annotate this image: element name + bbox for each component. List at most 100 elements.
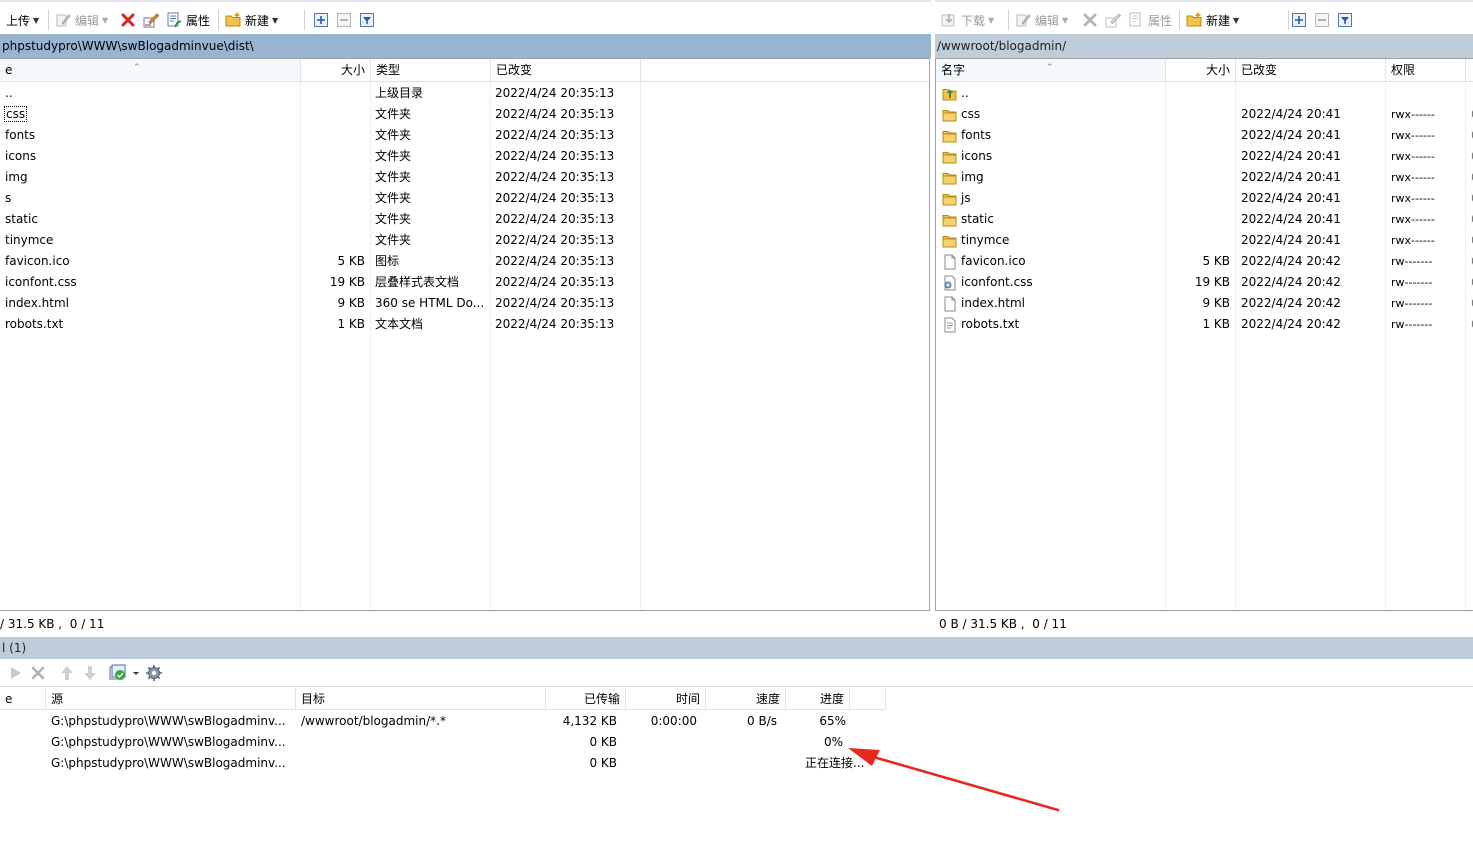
file-extra-icon: ( — [1466, 188, 1473, 209]
chevron-down-icon[interactable]: ▼ — [1233, 16, 1239, 25]
file-row[interactable]: js 2022/4/24 20:41 rwx------ ( — [936, 188, 1473, 209]
edit-button[interactable]: 编辑 ▼ — [55, 9, 108, 31]
file-row[interactable]: img 2022/4/24 20:41 rwx------ ( — [936, 167, 1473, 188]
file-extra-icon — [1466, 83, 1473, 104]
file-type: 文件夹 — [375, 107, 412, 121]
file-row[interactable]: icons 文件夹 2022/4/24 20:35:13 — [0, 146, 929, 167]
download-button[interactable]: 下载 ▼ — [941, 9, 994, 31]
column-extra-header[interactable] — [1466, 59, 1473, 82]
file-row[interactable]: tinymce 2022/4/24 20:41 rwx------ ( — [936, 230, 1473, 251]
file-size — [1165, 209, 1235, 230]
move-up-button[interactable] — [58, 664, 76, 682]
chevron-down-icon[interactable]: ▼ — [1062, 16, 1068, 25]
file-row[interactable]: css 文件夹 2022/4/24 20:35:13 — [0, 104, 929, 125]
file-row[interactable]: fonts 文件夹 2022/4/24 20:35:13 — [0, 125, 929, 146]
delete-button[interactable] — [1082, 9, 1102, 31]
file-row[interactable]: img 文件夹 2022/4/24 20:35:13 — [0, 167, 929, 188]
file-name: iconfont.css — [936, 272, 1165, 293]
file-type: 文件夹 — [375, 149, 412, 163]
file-row[interactable]: static 2022/4/24 20:41 rwx------ ( — [936, 209, 1473, 230]
file-row[interactable]: index.html 9 KB 360 se HTML Do... 2022/4/24… — [0, 293, 929, 314]
column-size-header[interactable]: 大小 — [1166, 59, 1236, 82]
column-modified-header[interactable]: 已改变 — [491, 59, 641, 82]
new-button[interactable]: 新建 ▼ — [1186, 9, 1239, 31]
chevron-down-icon[interactable]: ▼ — [102, 16, 108, 25]
file-row[interactable]: iconfont.css 19 KB 2022/4/24 20:42 rw------… — [936, 272, 1473, 293]
file-row[interactable]: .. — [936, 83, 1473, 104]
folder-icon — [942, 170, 958, 186]
queue-action-button[interactable] — [109, 664, 141, 682]
file-type: 文件夹 — [375, 212, 412, 226]
file-size: 1 KB — [1202, 317, 1230, 331]
file-type: 上级目录 — [375, 86, 424, 100]
play-button[interactable] — [6, 664, 24, 682]
queue-column-name[interactable]: e — [0, 688, 46, 710]
move-down-button[interactable] — [81, 664, 99, 682]
queue-column-source[interactable]: 源 — [46, 688, 296, 710]
rename-button[interactable] — [1105, 9, 1125, 31]
unselect-files-button[interactable] — [1314, 9, 1334, 31]
filter-button[interactable] — [359, 9, 379, 31]
file-row[interactable]: robots.txt 1 KB 文本文档 2022/4/24 20:35:13 — [0, 314, 929, 335]
column-type-header[interactable]: 类型 — [371, 59, 491, 82]
properties-button[interactable]: 属性 — [1128, 9, 1172, 31]
annotation-arrow-icon — [848, 748, 1060, 812]
file-type: 文件夹 — [375, 128, 412, 142]
file-row[interactable]: favicon.ico 5 KB 2022/4/24 20:42 rw------- ( — [936, 251, 1473, 272]
queue-column-time[interactable]: 时间 — [626, 688, 706, 710]
queue-list-header: e 源 目标 已传输 时间 速度 进度 — [0, 688, 886, 710]
toolbar-divider — [1288, 10, 1289, 30]
queue-settings-button[interactable] — [145, 664, 163, 682]
queue-column-target[interactable]: 目标 — [296, 688, 546, 710]
local-path: phpstudypro\WWW\swBlogadminvue\dist\ — [2, 39, 254, 53]
sort-ascending-icon: ⌃ — [133, 63, 141, 73]
file-row[interactable]: css 2022/4/24 20:41 rwx------ ( — [936, 104, 1473, 125]
queue-column-progress[interactable]: 进度 — [786, 688, 850, 710]
file-row[interactable]: tinymce 文件夹 2022/4/24 20:35:13 — [0, 230, 929, 251]
file-name: .. — [5, 86, 13, 100]
file-name: icons — [936, 146, 1165, 167]
properties-button[interactable]: 属性 — [166, 9, 210, 31]
new-button[interactable]: 新建 ▼ — [225, 9, 278, 31]
file-row[interactable]: favicon.ico 5 KB 图标 2022/4/24 20:35:13 — [0, 251, 929, 272]
rename-button[interactable] — [143, 9, 163, 31]
queue-speed — [706, 732, 782, 753]
local-status-bar: / 31.5 KB , 0 / 11 — [0, 613, 930, 635]
remote-path-bar[interactable]: /wwwroot/blogadmin/ — [935, 34, 1473, 58]
queue-title-bar: l (1) — [0, 637, 1473, 659]
column-name-header[interactable]: e ⌃ — [0, 59, 301, 82]
filter-button[interactable] — [1337, 9, 1357, 31]
local-file-list[interactable]: e ⌃ 大小 类型 已改变 .. 上级目录 2022/4/24 20:35:13 cs… — [0, 58, 930, 611]
remote-file-list[interactable]: 名字 ⌃ 大小 已改变 权限 .. css 2022/4/24 20:41 rwx--… — [935, 58, 1473, 611]
column-perms-header[interactable]: 权限 — [1386, 59, 1466, 82]
select-files-button[interactable] — [1291, 9, 1311, 31]
file-type: 层叠样式表文档 — [375, 275, 460, 289]
queue-column-extra[interactable] — [850, 688, 886, 710]
upload-button[interactable]: 上传 ▼ — [6, 9, 39, 31]
file-row[interactable]: static 文件夹 2022/4/24 20:35:13 — [0, 209, 929, 230]
file-row[interactable]: s 文件夹 2022/4/24 20:35:13 — [0, 188, 929, 209]
chevron-down-icon[interactable]: ▼ — [33, 16, 39, 25]
minus-box-icon — [1314, 12, 1330, 28]
delete-button[interactable] — [120, 9, 140, 31]
file-row[interactable]: fonts 2022/4/24 20:41 rwx------ ( — [936, 125, 1473, 146]
chevron-down-icon[interactable]: ▼ — [988, 16, 994, 25]
edit-button[interactable]: 编辑 ▼ — [1015, 9, 1068, 31]
chevron-down-icon[interactable]: ▼ — [272, 16, 278, 25]
queue-column-transferred[interactable]: 已传输 — [546, 688, 626, 710]
queue-column-speed[interactable]: 速度 — [706, 688, 786, 710]
file-row[interactable]: index.html 9 KB 2022/4/24 20:42 rw------- ( — [936, 293, 1473, 314]
select-files-button[interactable] — [313, 9, 333, 31]
file-row[interactable]: .. 上级目录 2022/4/24 20:35:13 — [0, 83, 929, 104]
cancel-queue-button[interactable] — [29, 664, 47, 682]
file-row[interactable]: iconfont.css 19 KB 层叠样式表文档 2022/4/24 20:35:… — [0, 272, 929, 293]
file-size — [300, 83, 370, 104]
column-size-header[interactable]: 大小 — [301, 59, 371, 82]
column-name-header[interactable]: 名字 ⌃ — [936, 59, 1166, 82]
file-row[interactable]: icons 2022/4/24 20:41 rwx------ ( — [936, 146, 1473, 167]
column-modified-header[interactable]: 已改变 — [1236, 59, 1386, 82]
file-row[interactable]: robots.txt 1 KB 2022/4/24 20:42 rw------- ( — [936, 314, 1473, 335]
unselect-files-button[interactable] — [336, 9, 356, 31]
local-path-bar[interactable]: phpstudypro\WWW\swBlogadminvue\dist\ — [0, 34, 931, 58]
queue-row[interactable]: G:\phpstudypro\WWW\swBlogadminv... /wwwro… — [0, 711, 1000, 732]
